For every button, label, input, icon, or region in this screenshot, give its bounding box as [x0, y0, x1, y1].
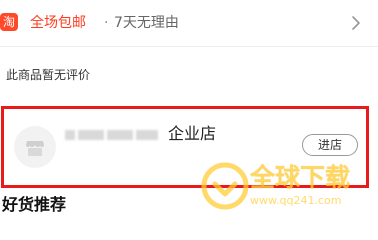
return-policy-label: 7天无理由: [114, 15, 179, 31]
enter-shop-button[interactable]: 进店: [302, 134, 358, 156]
shop-card[interactable]: 企业店 进店: [1, 106, 369, 188]
service-guarantee-row[interactable]: 淘 全场包邮 · 7天无理由: [0, 0, 378, 46]
shop-name-redacted: [65, 129, 167, 141]
store-icon: [26, 141, 44, 156]
taobao-icon: 淘: [0, 13, 18, 31]
product-detail-page: 淘 全场包邮 · 7天无理由 此商品暂无评价 企业店 进店 好货推荐 全球下载 …: [0, 0, 378, 215]
no-review-text: 此商品暂无评价: [6, 68, 91, 82]
watermark-url: www.qq241.com: [250, 194, 342, 207]
recommend-section-title: 好货推荐: [2, 195, 67, 214]
free-shipping-label: 全场包邮: [30, 15, 86, 31]
separator-dot: ·: [104, 15, 109, 31]
shop-logo: [14, 126, 56, 168]
shop-name-suffix: 企业店: [168, 124, 217, 143]
chevron-right-icon[interactable]: [348, 14, 364, 32]
section-divider: [0, 46, 378, 47]
